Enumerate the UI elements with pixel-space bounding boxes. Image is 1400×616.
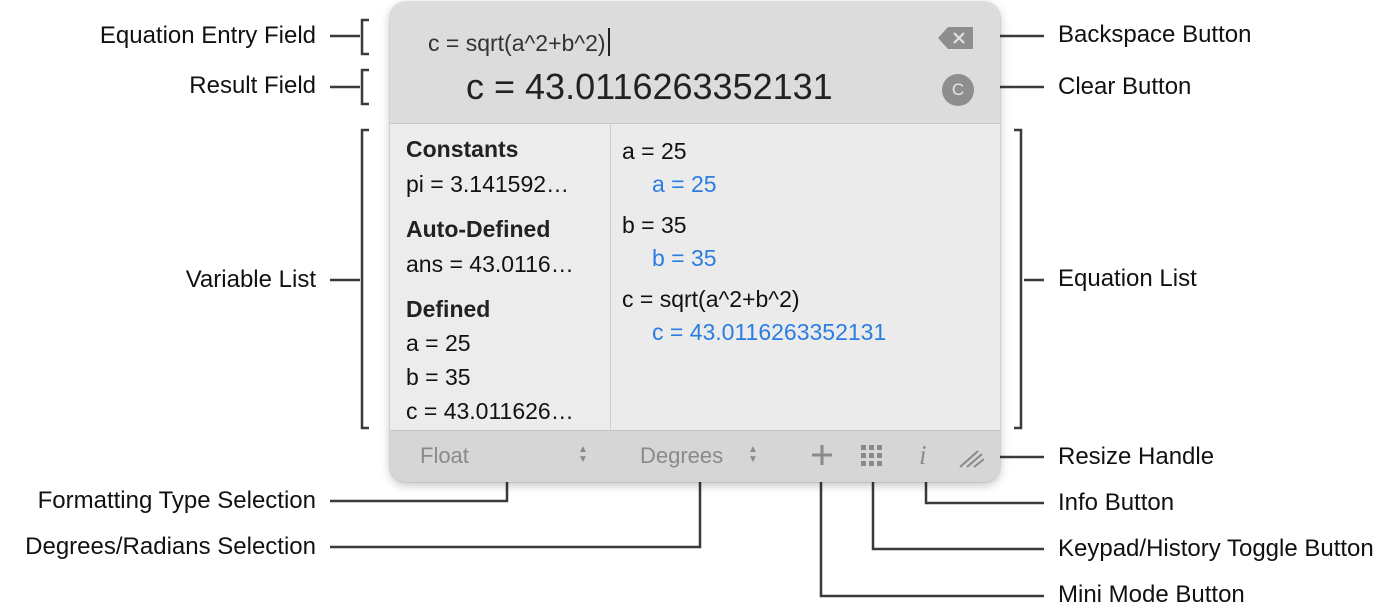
result-field: c = 43.0116263352131 — [466, 66, 833, 107]
clear-button[interactable]: C — [942, 74, 974, 106]
select-arrows-icon: ▲ ▼ — [748, 444, 758, 465]
plus-icon — [812, 445, 832, 465]
callout-backspace-button: Backspace Button — [1058, 21, 1252, 48]
angle-mode-value: Degrees — [640, 443, 724, 468]
equation-output[interactable]: a = 25 — [652, 171, 717, 198]
variable-pi[interactable]: pi = 3.141592… — [406, 171, 569, 198]
calculator-window: c = sqrt(a^2+b^2) c = 43.0116263352131 C… — [390, 2, 1000, 482]
auto-defined-heading: Auto-Defined — [406, 216, 551, 242]
info-icon: i — [919, 440, 927, 470]
keypad-grid-icon — [861, 445, 882, 466]
resize-handle[interactable] — [958, 447, 985, 474]
callout-equation-list: Equation List — [1058, 265, 1197, 292]
variable-b[interactable]: b = 35 — [406, 364, 471, 391]
defined-heading: Defined — [406, 296, 491, 322]
keypad-history-toggle-button[interactable] — [861, 445, 883, 472]
callout-variable-list: Variable List — [185, 266, 316, 293]
callout-mini-mode-button: Mini Mode Button — [1058, 581, 1245, 608]
calculator-header: c = sqrt(a^2+b^2) c = 43.0116263352131 C — [390, 2, 1000, 124]
equation-input[interactable]: c = sqrt(a^2+b^2) — [622, 286, 800, 313]
callout-equation-entry-field: Equation Entry Field — [99, 22, 316, 49]
callout-clear-button: Clear Button — [1058, 73, 1192, 100]
mini-mode-button[interactable] — [811, 444, 833, 471]
callout-keypad-history-toggle-button: Keypad/History Toggle Button — [1058, 535, 1374, 562]
callout-resize-handle: Resize Handle — [1058, 443, 1215, 470]
text-caret — [607, 28, 610, 56]
callout-degrees-radians-selection: Degrees/Radians Selection — [25, 533, 316, 560]
callout-formatting-type-selection: Formatting Type Selection — [37, 487, 316, 514]
resize-grip-icon — [959, 450, 985, 468]
equation-output[interactable]: c = 43.0116263352131 — [652, 319, 886, 346]
equation-output[interactable]: b = 35 — [652, 245, 717, 272]
bottom-toolbar: Float ▲ ▼ Degrees ▲ ▼ i — [390, 430, 1000, 482]
callout-info-button: Info Button — [1058, 489, 1175, 516]
equation-input[interactable]: a = 25 — [622, 138, 687, 165]
formatting-type-value: Float — [420, 443, 469, 468]
equation-input[interactable]: b = 35 — [622, 212, 687, 239]
equation-entry-text: c = sqrt(a^2+b^2) — [428, 30, 606, 56]
callout-result-field: Result Field — [189, 72, 316, 99]
variable-a[interactable]: a = 25 — [406, 330, 471, 357]
info-button[interactable]: i — [919, 440, 927, 471]
variable-c[interactable]: c = 43.011626… — [406, 398, 574, 425]
variable-ans[interactable]: ans = 43.0116… — [406, 251, 574, 278]
clear-icon: C — [951, 80, 965, 99]
equation-entry-field[interactable]: c = sqrt(a^2+b^2) — [428, 28, 610, 57]
constants-heading: Constants — [406, 136, 519, 162]
backspace-button[interactable] — [938, 26, 974, 50]
select-arrows-icon: ▲ ▼ — [578, 444, 588, 465]
variable-list: Constants pi = 3.141592… Auto-Defined an… — [390, 124, 611, 430]
backspace-icon — [938, 27, 973, 49]
equation-list: a = 25 a = 25 b = 35 b = 35 c = sqrt(a^2… — [611, 124, 1000, 430]
